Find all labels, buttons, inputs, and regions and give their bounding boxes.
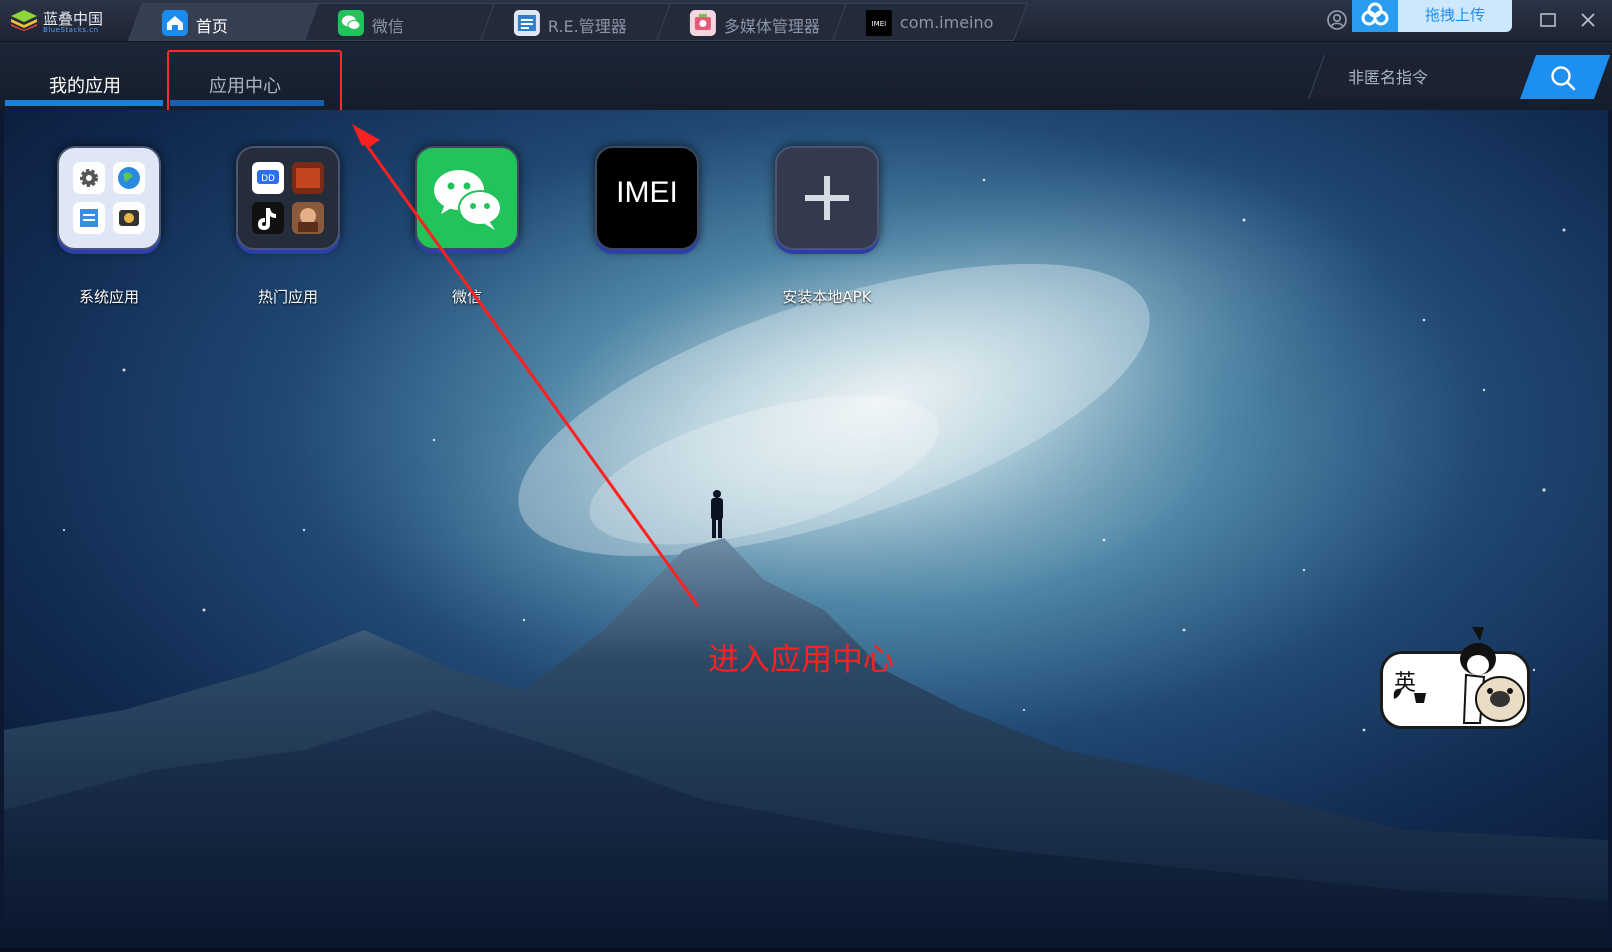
bluestacks-logo-icon — [11, 10, 37, 31]
tab-re-manager-label: R.E.管理器 — [547, 17, 627, 36]
bluestacks-logo[interactable]: 蓝叠中国 BlueStacks.cn — [10, 7, 120, 35]
wechat-icon — [337, 10, 364, 36]
tab-media-manager[interactable]: 多媒体管理器 — [656, 3, 852, 41]
window-bottom-border — [0, 948, 1612, 952]
tab-wechat[interactable]: 微信 — [304, 3, 500, 41]
home-icon — [161, 10, 188, 36]
search-input[interactable] — [1346, 67, 1530, 88]
baidu-cloud-icon — [1352, 0, 1398, 32]
logo-subtitle: BlueStacks.cn — [43, 26, 99, 34]
tab-home[interactable]: 首页 — [128, 3, 324, 41]
tab-wechat-label: 微信 — [371, 17, 404, 36]
app-label: 系统应用 — [78, 288, 139, 306]
my-apps-active-indicator — [5, 100, 163, 106]
ime-mascot-icon — [1393, 627, 1525, 724]
search-bar — [1307, 55, 1611, 99]
plus-icon — [775, 146, 879, 250]
maximize-icon[interactable] — [1536, 8, 1560, 32]
svg-text:DD: DD — [261, 174, 275, 184]
title-bar: 蓝叠中国 BlueStacks.cn 首页 微信 R.E.管理器 多媒体管理器 … — [0, 0, 1612, 42]
imei-icon-text: IMEI — [616, 176, 678, 209]
tab-my-apps[interactable]: 我的应用 — [49, 72, 121, 98]
imei-app-icon: IMEI — [595, 146, 699, 250]
upload-area[interactable]: 拖拽上传 — [1352, 0, 1512, 32]
hot-apps-folder-icon: DD — [236, 146, 340, 250]
tab-media-manager-label: 多媒体管理器 — [723, 17, 820, 36]
app-label: 安装本地APK — [782, 288, 872, 306]
close-icon[interactable] — [1576, 8, 1600, 32]
drag-upload-button[interactable]: 拖拽上传 — [1398, 0, 1512, 32]
tab-re-manager[interactable]: R.E.管理器 — [480, 3, 676, 41]
file-manager-icon — [513, 10, 540, 36]
search-icon — [1551, 66, 1576, 91]
system-apps-folder-icon — [57, 146, 161, 250]
imei-app-icon: IMEI — [865, 10, 892, 36]
tab-imeino[interactable]: IMEI com.imeino — [832, 3, 1028, 41]
app-label: 微信 — [451, 288, 482, 306]
annotation-text: 进入应用中心 — [708, 642, 894, 678]
wechat-icon — [415, 146, 519, 250]
media-manager-icon — [689, 10, 716, 36]
tab-imeino-label: com.imeino — [899, 13, 994, 32]
account-icon[interactable] — [1325, 8, 1349, 32]
app-label: 热门应用 — [257, 288, 318, 306]
ime-floating-widget[interactable]: 英 — [1380, 627, 1540, 735]
svg-text:IMEI: IMEI — [872, 20, 887, 28]
tab-home-label: 首页 — [195, 17, 228, 36]
